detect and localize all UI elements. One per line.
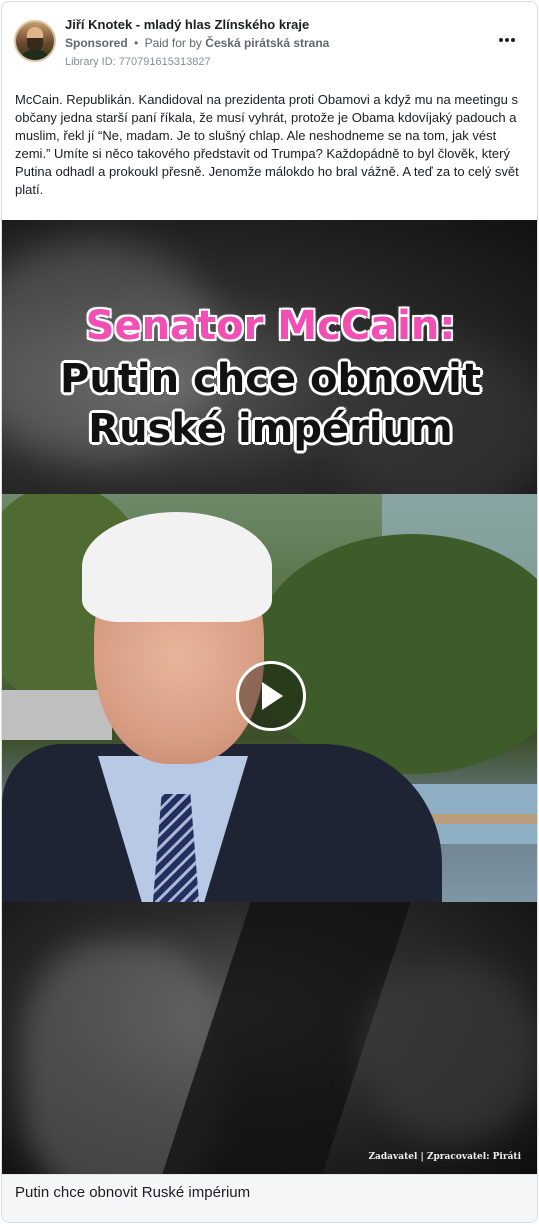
link-caption-bar[interactable]: Putin chce obnovit Ruské impérium xyxy=(2,1174,537,1222)
video-overlay-subtitle: Putin chce obnovit Ruské impérium xyxy=(2,354,537,454)
paid-for-prefix: Paid for by xyxy=(144,36,202,50)
video-overlay-title: Senator McCain: xyxy=(85,303,456,349)
ad-card: Jiří Knotek - mladý hlas Zlínského kraje… xyxy=(1,1,538,1223)
more-horizontal-icon xyxy=(499,38,503,42)
person-hair xyxy=(82,512,272,622)
avatar-shoulders xyxy=(20,50,50,60)
video-title-panel: Senator McCain: Putin chce obnovit Ruské… xyxy=(2,220,537,520)
library-id: Library ID: 770791615313827 xyxy=(65,56,211,68)
avatar[interactable] xyxy=(14,20,56,62)
video-credit: Zadavatel | Zpracovatel: Piráti xyxy=(368,1152,521,1162)
play-button[interactable] xyxy=(236,661,306,731)
video-player[interactable]: Senator McCain: Putin chce obnovit Ruské… xyxy=(2,220,537,1174)
post-text: McCain. Republikán. Kandidoval na prezid… xyxy=(15,92,519,197)
video-bottom-panel: Zadavatel | Zpracovatel: Piráti xyxy=(2,902,537,1174)
link-caption: Putin chce obnovit Ruské impérium xyxy=(15,1184,251,1201)
sponsored-line: Sponsored • Paid for by Česká pirátská s… xyxy=(65,36,329,50)
payer-name[interactable]: Česká pirátská strana xyxy=(205,36,329,50)
sponsored-label: Sponsored xyxy=(65,36,128,50)
more-options-button[interactable] xyxy=(495,30,519,50)
ad-header: Jiří Knotek - mladý hlas Zlínského kraje… xyxy=(2,2,537,82)
play-icon xyxy=(262,682,283,710)
video-overlay-line2: Ruské impérium xyxy=(88,406,453,452)
page-name[interactable]: Jiří Knotek - mladý hlas Zlínského kraje xyxy=(65,17,309,32)
video-overlay-line1: Putin chce obnovit xyxy=(60,356,481,402)
separator: • xyxy=(134,36,139,50)
